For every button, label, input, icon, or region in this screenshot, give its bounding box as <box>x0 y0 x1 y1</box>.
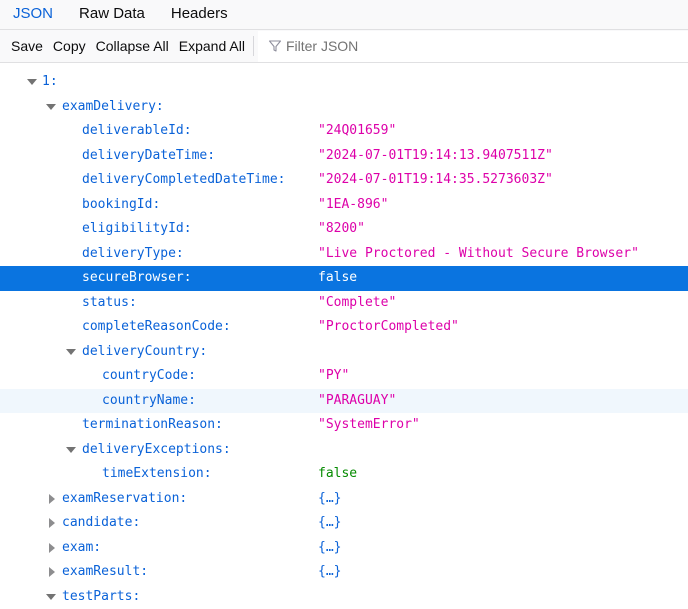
row-key: secureBrowser: <box>82 270 192 285</box>
tree-row-terminationReason[interactable]: terminationReason: "SystemError" <box>0 413 688 438</box>
tab-bar: JSON Raw Data Headers <box>0 0 688 30</box>
tree-row-secureBrowser[interactable]: secureBrowser: false <box>0 266 688 291</box>
row-value: "Complete" <box>318 294 397 310</box>
row-value: false <box>318 466 358 481</box>
collapsed-toggle-icon[interactable] <box>49 542 55 553</box>
row-value: "8200" <box>318 221 365 236</box>
row-value: "Live Proctored - Without Secure Browser… <box>318 245 639 261</box>
row-value: {…} <box>318 564 342 579</box>
row-value: "PARAGUAY" <box>318 392 397 408</box>
tree-row-item-1[interactable]: 1: <box>0 70 688 95</box>
expand-toggle-icon[interactable] <box>27 79 37 85</box>
tree-row-timeExtension[interactable]: timeExtension: false <box>0 462 688 487</box>
row-value: "ProctorCompleted" <box>318 319 459 334</box>
tree-row-candidate[interactable]: candidate: {…} <box>0 511 688 536</box>
row-value: "2024-07-01T19:14:35.5273603Z" <box>318 172 553 187</box>
row-key: exam: <box>62 539 102 555</box>
filter-box[interactable] <box>257 30 688 62</box>
scrolled-row-remnant <box>0 63 688 65</box>
tree-row-eligibilityId[interactable]: eligibilityId: "8200" <box>0 217 688 242</box>
tree-row-examReservation[interactable]: examReservation: {…} <box>0 487 688 512</box>
row-key: timeExtension: <box>102 466 212 481</box>
row-key: deliveryCompletedDateTime: <box>82 172 286 187</box>
row-value: {…} <box>318 515 342 530</box>
toolbar: Save Copy Collapse All Expand All <box>0 30 688 63</box>
row-key: deliveryDateTime: <box>82 147 216 163</box>
row-value: "SystemError" <box>318 417 420 432</box>
row-key: deliveryExceptions: <box>82 441 231 457</box>
row-key: examDelivery: <box>62 98 164 114</box>
row-value: {…} <box>318 539 342 555</box>
tree-row-deliveryCompletedDateTime[interactable]: deliveryCompletedDateTime: "2024-07-01T1… <box>0 168 688 193</box>
row-key: testParts: <box>62 588 141 604</box>
row-key: 1: <box>42 74 58 89</box>
expand-all-button[interactable]: Expand All <box>174 38 250 54</box>
row-key: completeReasonCode: <box>82 319 231 334</box>
tree-row-testParts[interactable]: testParts: <box>0 585 688 609</box>
save-button[interactable]: Save <box>0 38 48 54</box>
row-key: deliveryCountry: <box>82 343 208 359</box>
expand-toggle-icon[interactable] <box>66 348 76 355</box>
tree-row-exam[interactable]: exam: {…} <box>0 536 688 561</box>
json-tree: 1: examDelivery: deliverableId: "24Q0165… <box>0 63 688 609</box>
expand-toggle-icon[interactable] <box>66 446 76 453</box>
row-key: examReservation: <box>62 490 188 506</box>
row-key: terminationReason: <box>82 417 223 432</box>
tree-row-countryCode[interactable]: countryCode: "PY" <box>0 364 688 389</box>
row-value: {…} <box>318 490 342 506</box>
tree-row-examDelivery[interactable]: examDelivery: <box>0 95 688 120</box>
collapsed-toggle-icon[interactable] <box>49 518 55 528</box>
tree-row-deliveryExceptions[interactable]: deliveryExceptions: <box>0 438 688 463</box>
tab-raw-data[interactable]: Raw Data <box>66 5 158 29</box>
tree-row-deliveryDateTime[interactable]: deliveryDateTime: "2024-07-01T19:14:13.9… <box>0 144 688 169</box>
tab-json[interactable]: JSON <box>0 5 66 29</box>
toolbar-divider <box>252 36 254 56</box>
row-value: "24Q01659" <box>318 123 397 138</box>
row-key: bookingId: <box>82 196 161 212</box>
expand-toggle-icon[interactable] <box>46 593 56 600</box>
tree-row-completeReasonCode[interactable]: completeReasonCode: "ProctorCompleted" <box>0 315 688 340</box>
row-key: examResult: <box>62 564 149 579</box>
row-key: status: <box>82 294 137 310</box>
row-value: "PY" <box>318 368 350 383</box>
row-value: "2024-07-01T19:14:13.9407511Z" <box>318 147 553 163</box>
filter-json-input[interactable] <box>285 38 586 54</box>
tree-row-countryName[interactable]: countryName: "PARAGUAY" <box>0 388 688 413</box>
tab-headers[interactable]: Headers <box>158 5 241 29</box>
tree-row-deliveryCountry[interactable]: deliveryCountry: <box>0 340 688 365</box>
tree-row-deliverableId[interactable]: deliverableId: "24Q01659" <box>0 119 688 144</box>
row-key: eligibilityId: <box>82 221 192 236</box>
row-key: countryName: <box>102 392 196 408</box>
row-key: countryCode: <box>102 368 196 383</box>
filter-icon <box>268 40 281 52</box>
collapse-all-button[interactable]: Collapse All <box>91 38 174 54</box>
tree-row-bookingId[interactable]: bookingId: "1EA-896" <box>0 193 688 218</box>
row-key: deliveryType: <box>82 245 184 261</box>
tree-row-deliveryType[interactable]: deliveryType: "Live Proctored - Without … <box>0 242 688 267</box>
copy-button[interactable]: Copy <box>48 38 91 54</box>
row-value: "1EA-896" <box>318 196 389 212</box>
row-key: deliverableId: <box>82 123 192 138</box>
tree-row-examResult[interactable]: examResult: {…} <box>0 560 688 585</box>
collapsed-toggle-icon[interactable] <box>49 493 55 504</box>
expand-toggle-icon[interactable] <box>46 103 56 110</box>
tree-row-status[interactable]: status: "Complete" <box>0 291 688 316</box>
row-key: candidate: <box>62 515 141 530</box>
row-value: false <box>318 270 358 285</box>
collapsed-toggle-icon[interactable] <box>49 567 55 577</box>
